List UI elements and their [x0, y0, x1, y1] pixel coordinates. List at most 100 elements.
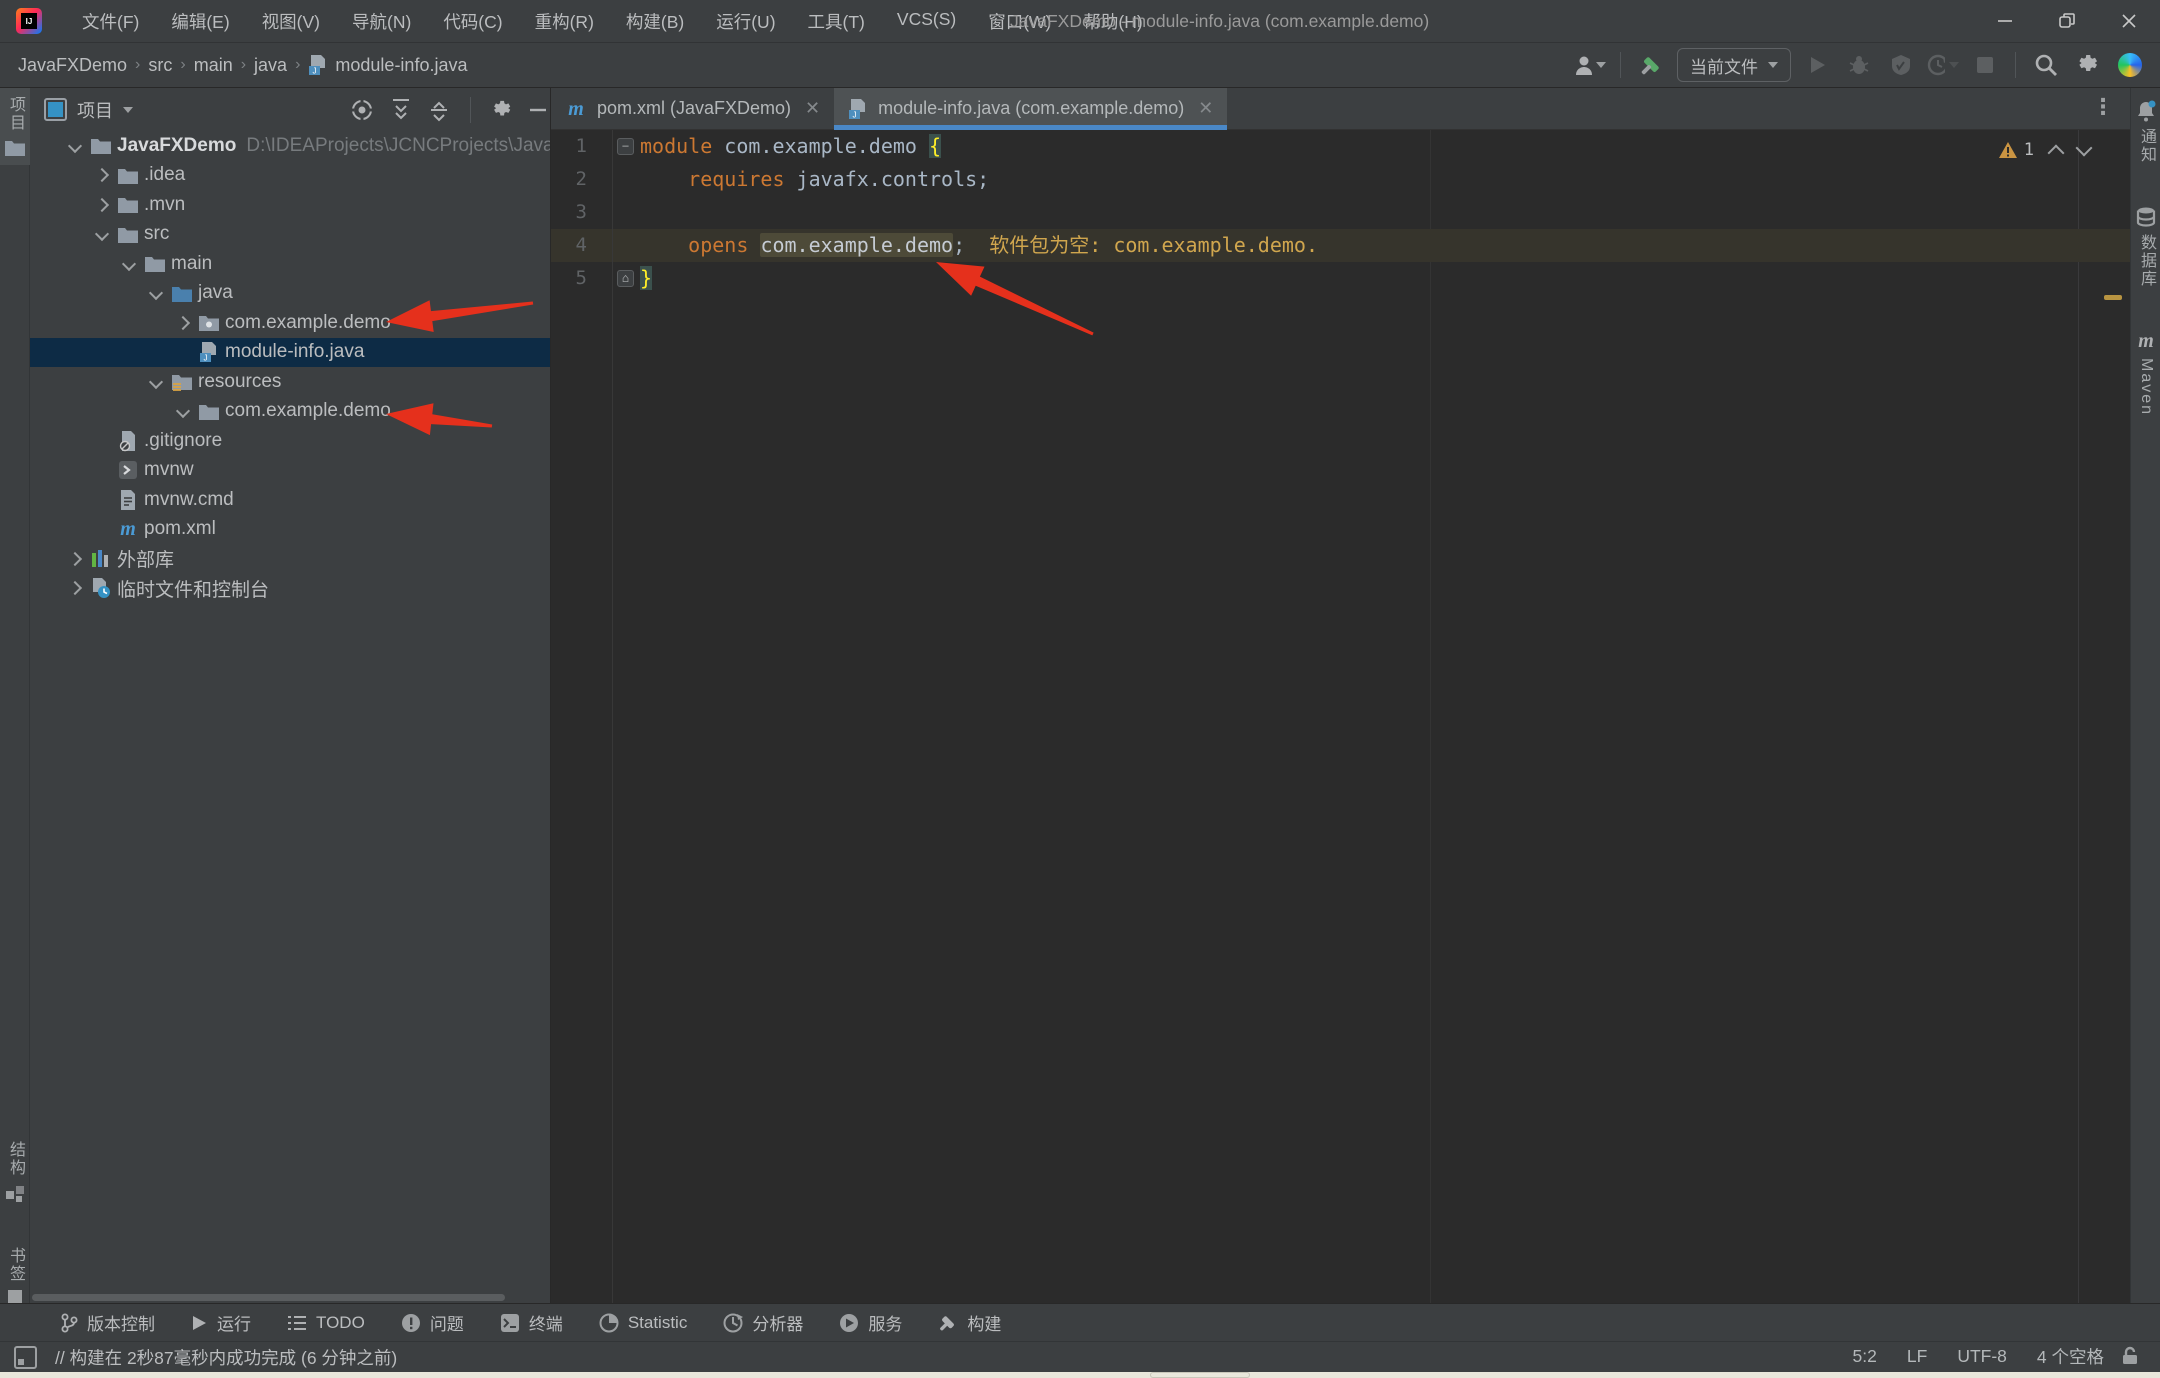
tree-row-com.example.demo[interactable]: com.example.demo — [30, 308, 551, 338]
breadcrumb-item-1[interactable]: src — [148, 55, 172, 76]
toolwindow-button-结构[interactable]: 结构 — [0, 1133, 30, 1211]
tree-row-[interactable]: 临时文件和控制台 — [30, 574, 551, 604]
inspection-widget[interactable]: 1 — [1998, 140, 2090, 160]
fold-collapse-icon[interactable]: − — [617, 138, 634, 155]
breadcrumb-separator: › — [241, 56, 246, 74]
chevron-right-icon[interactable] — [63, 554, 87, 564]
toolwindow-button-TODO[interactable]: TODO — [287, 1313, 365, 1333]
toolwindow-button-终端[interactable]: 终端 — [500, 1310, 563, 1335]
expand-all-icon[interactable] — [390, 98, 412, 122]
menu-item-4[interactable]: 代码(C) — [431, 5, 514, 38]
panel-settings-gear-icon[interactable] — [491, 99, 513, 121]
close-button[interactable] — [2098, 0, 2160, 42]
tree-row-com.example.demo[interactable]: com.example.demo — [30, 397, 551, 427]
toolwindow-button-问题[interactable]: 问题 — [401, 1310, 464, 1335]
chevron-down-icon[interactable] — [117, 259, 141, 269]
minimize-button[interactable] — [1974, 0, 2036, 42]
tab-options-kebab-icon[interactable]: ⋮ — [2092, 94, 2114, 120]
editor-tab-0[interactable]: mpom.xml (JavaFXDemo)✕ — [551, 88, 834, 129]
readonly-lock-icon[interactable] — [2120, 1346, 2140, 1366]
chevron-down-icon[interactable] — [90, 229, 114, 239]
layout-toggle-icon[interactable] — [14, 1346, 37, 1369]
run-configuration-selector[interactable]: 当前文件 — [1677, 48, 1791, 82]
profiler-icon[interactable] — [1927, 49, 1959, 81]
breadcrumb-item-0[interactable]: JavaFXDemo — [18, 55, 127, 76]
toolwindow-button-构建[interactable]: 构建 — [938, 1310, 1001, 1335]
ai-sphere-icon[interactable] — [2114, 49, 2146, 81]
file-encoding[interactable]: UTF-8 — [1957, 1346, 2007, 1367]
locate-file-icon[interactable] — [350, 98, 374, 122]
hide-panel-icon[interactable] — [529, 99, 547, 121]
menu-item-1[interactable]: 编辑(E) — [159, 5, 241, 38]
run-icon[interactable] — [1801, 49, 1833, 81]
editor-tab-1[interactable]: Jmodule-info.java (com.example.demo)✕ — [834, 88, 1227, 129]
menu-item-5[interactable]: 重构(R) — [523, 5, 606, 38]
toolwindow-button-Maven[interactable]: mMaven — [2131, 322, 2160, 424]
tree-row-JavaFXDemo[interactable]: JavaFXDemoD:\IDEAProjects\JCNCProjects\J… — [30, 131, 551, 161]
tree-row-.idea[interactable]: .idea — [30, 161, 551, 191]
coverage-icon[interactable] — [1885, 49, 1917, 81]
maven-icon: m — [565, 98, 587, 120]
breadcrumb-item-2[interactable]: main — [194, 55, 233, 76]
chevron-right-icon[interactable] — [90, 170, 114, 180]
menu-item-2[interactable]: 视图(V) — [250, 5, 332, 38]
toolwindow-button-通知[interactable]: 通知 — [2131, 92, 2160, 172]
tree-row-src[interactable]: src — [30, 220, 551, 250]
toolwindow-button-服务[interactable]: 服务 — [839, 1310, 902, 1335]
search-everywhere-icon[interactable] — [2030, 49, 2062, 81]
menu-item-0[interactable]: 文件(F) — [70, 5, 151, 38]
scratch-icon — [87, 577, 114, 599]
code-editor[interactable]: 1−2345⌂ module com.example.demo { requir… — [551, 130, 2130, 1303]
menu-item-3[interactable]: 导航(N) — [340, 5, 423, 38]
indent-setting[interactable]: 4 个空格 — [2037, 1344, 2104, 1369]
stop-icon[interactable] — [1969, 49, 2001, 81]
close-tab-icon[interactable]: ✕ — [805, 98, 820, 119]
tree-label: .idea — [144, 164, 185, 186]
chevron-right-icon[interactable] — [171, 318, 195, 328]
chevron-down-icon[interactable] — [63, 141, 87, 151]
warning-stripe-mark[interactable] — [2104, 295, 2122, 300]
tree-horizontal-scrollbar[interactable] — [32, 1294, 505, 1301]
toolwindow-button-运行[interactable]: 运行 — [191, 1310, 251, 1335]
tree-row-module-info.java[interactable]: Jmodule-info.java — [30, 338, 551, 368]
tree-row-.gitignore[interactable]: .gitignore — [30, 426, 551, 456]
line-ending[interactable]: LF — [1907, 1346, 1927, 1367]
tree-row-java[interactable]: java — [30, 279, 551, 309]
tree-row-main[interactable]: main — [30, 249, 551, 279]
close-tab-icon[interactable]: ✕ — [1198, 98, 1213, 119]
fold-end-icon[interactable]: ⌂ — [617, 270, 634, 287]
restore-button[interactable] — [2036, 0, 2098, 42]
collapse-all-icon[interactable] — [428, 98, 450, 122]
toolwindow-button-项目[interactable]: 项目 — [0, 88, 30, 165]
toolwindow-button-数据库[interactable]: 数据库 — [2131, 198, 2160, 296]
menu-item-9[interactable]: VCS(S) — [885, 5, 968, 38]
caret-position[interactable]: 5:2 — [1853, 1346, 1877, 1367]
tree-row-mvnw[interactable]: mvnw — [30, 456, 551, 486]
menu-item-8[interactable]: 工具(T) — [796, 5, 877, 38]
chevron-down-icon[interactable] — [144, 288, 168, 298]
toolwindow-button-Statistic[interactable]: Statistic — [599, 1313, 688, 1333]
tree-row-.mvn[interactable]: .mvn — [30, 190, 551, 220]
next-problem-icon[interactable] — [2076, 139, 2093, 156]
tree-row-[interactable]: 外部库 — [30, 544, 551, 574]
breadcrumb-item-4[interactable]: Jmodule-info.java — [308, 54, 467, 76]
previous-problem-icon[interactable] — [2048, 144, 2065, 161]
breadcrumb-item-3[interactable]: java — [254, 55, 287, 76]
menu-item-6[interactable]: 构建(B) — [614, 5, 696, 38]
chevron-down-icon[interactable] — [171, 406, 195, 416]
project-view-selector[interactable]: 项目 — [44, 97, 133, 123]
file-text-icon — [114, 489, 141, 511]
debug-bug-icon[interactable] — [1843, 49, 1875, 81]
toolwindow-button-分析器[interactable]: 分析器 — [723, 1310, 803, 1335]
chevron-right-icon[interactable] — [90, 200, 114, 210]
tree-row-mvnw.cmd[interactable]: mvnw.cmd — [30, 485, 551, 515]
user-profile-icon[interactable] — [1574, 49, 1606, 81]
menu-item-7[interactable]: 运行(U) — [704, 5, 787, 38]
toolwindow-button-版本控制[interactable]: 版本控制 — [60, 1310, 155, 1335]
chevron-right-icon[interactable] — [63, 583, 87, 593]
chevron-down-icon[interactable] — [144, 377, 168, 387]
tree-row-pom.xml[interactable]: mpom.xml — [30, 515, 551, 545]
build-hammer-icon[interactable] — [1635, 49, 1667, 81]
settings-gear-icon[interactable] — [2072, 49, 2104, 81]
tree-row-resources[interactable]: resources — [30, 367, 551, 397]
